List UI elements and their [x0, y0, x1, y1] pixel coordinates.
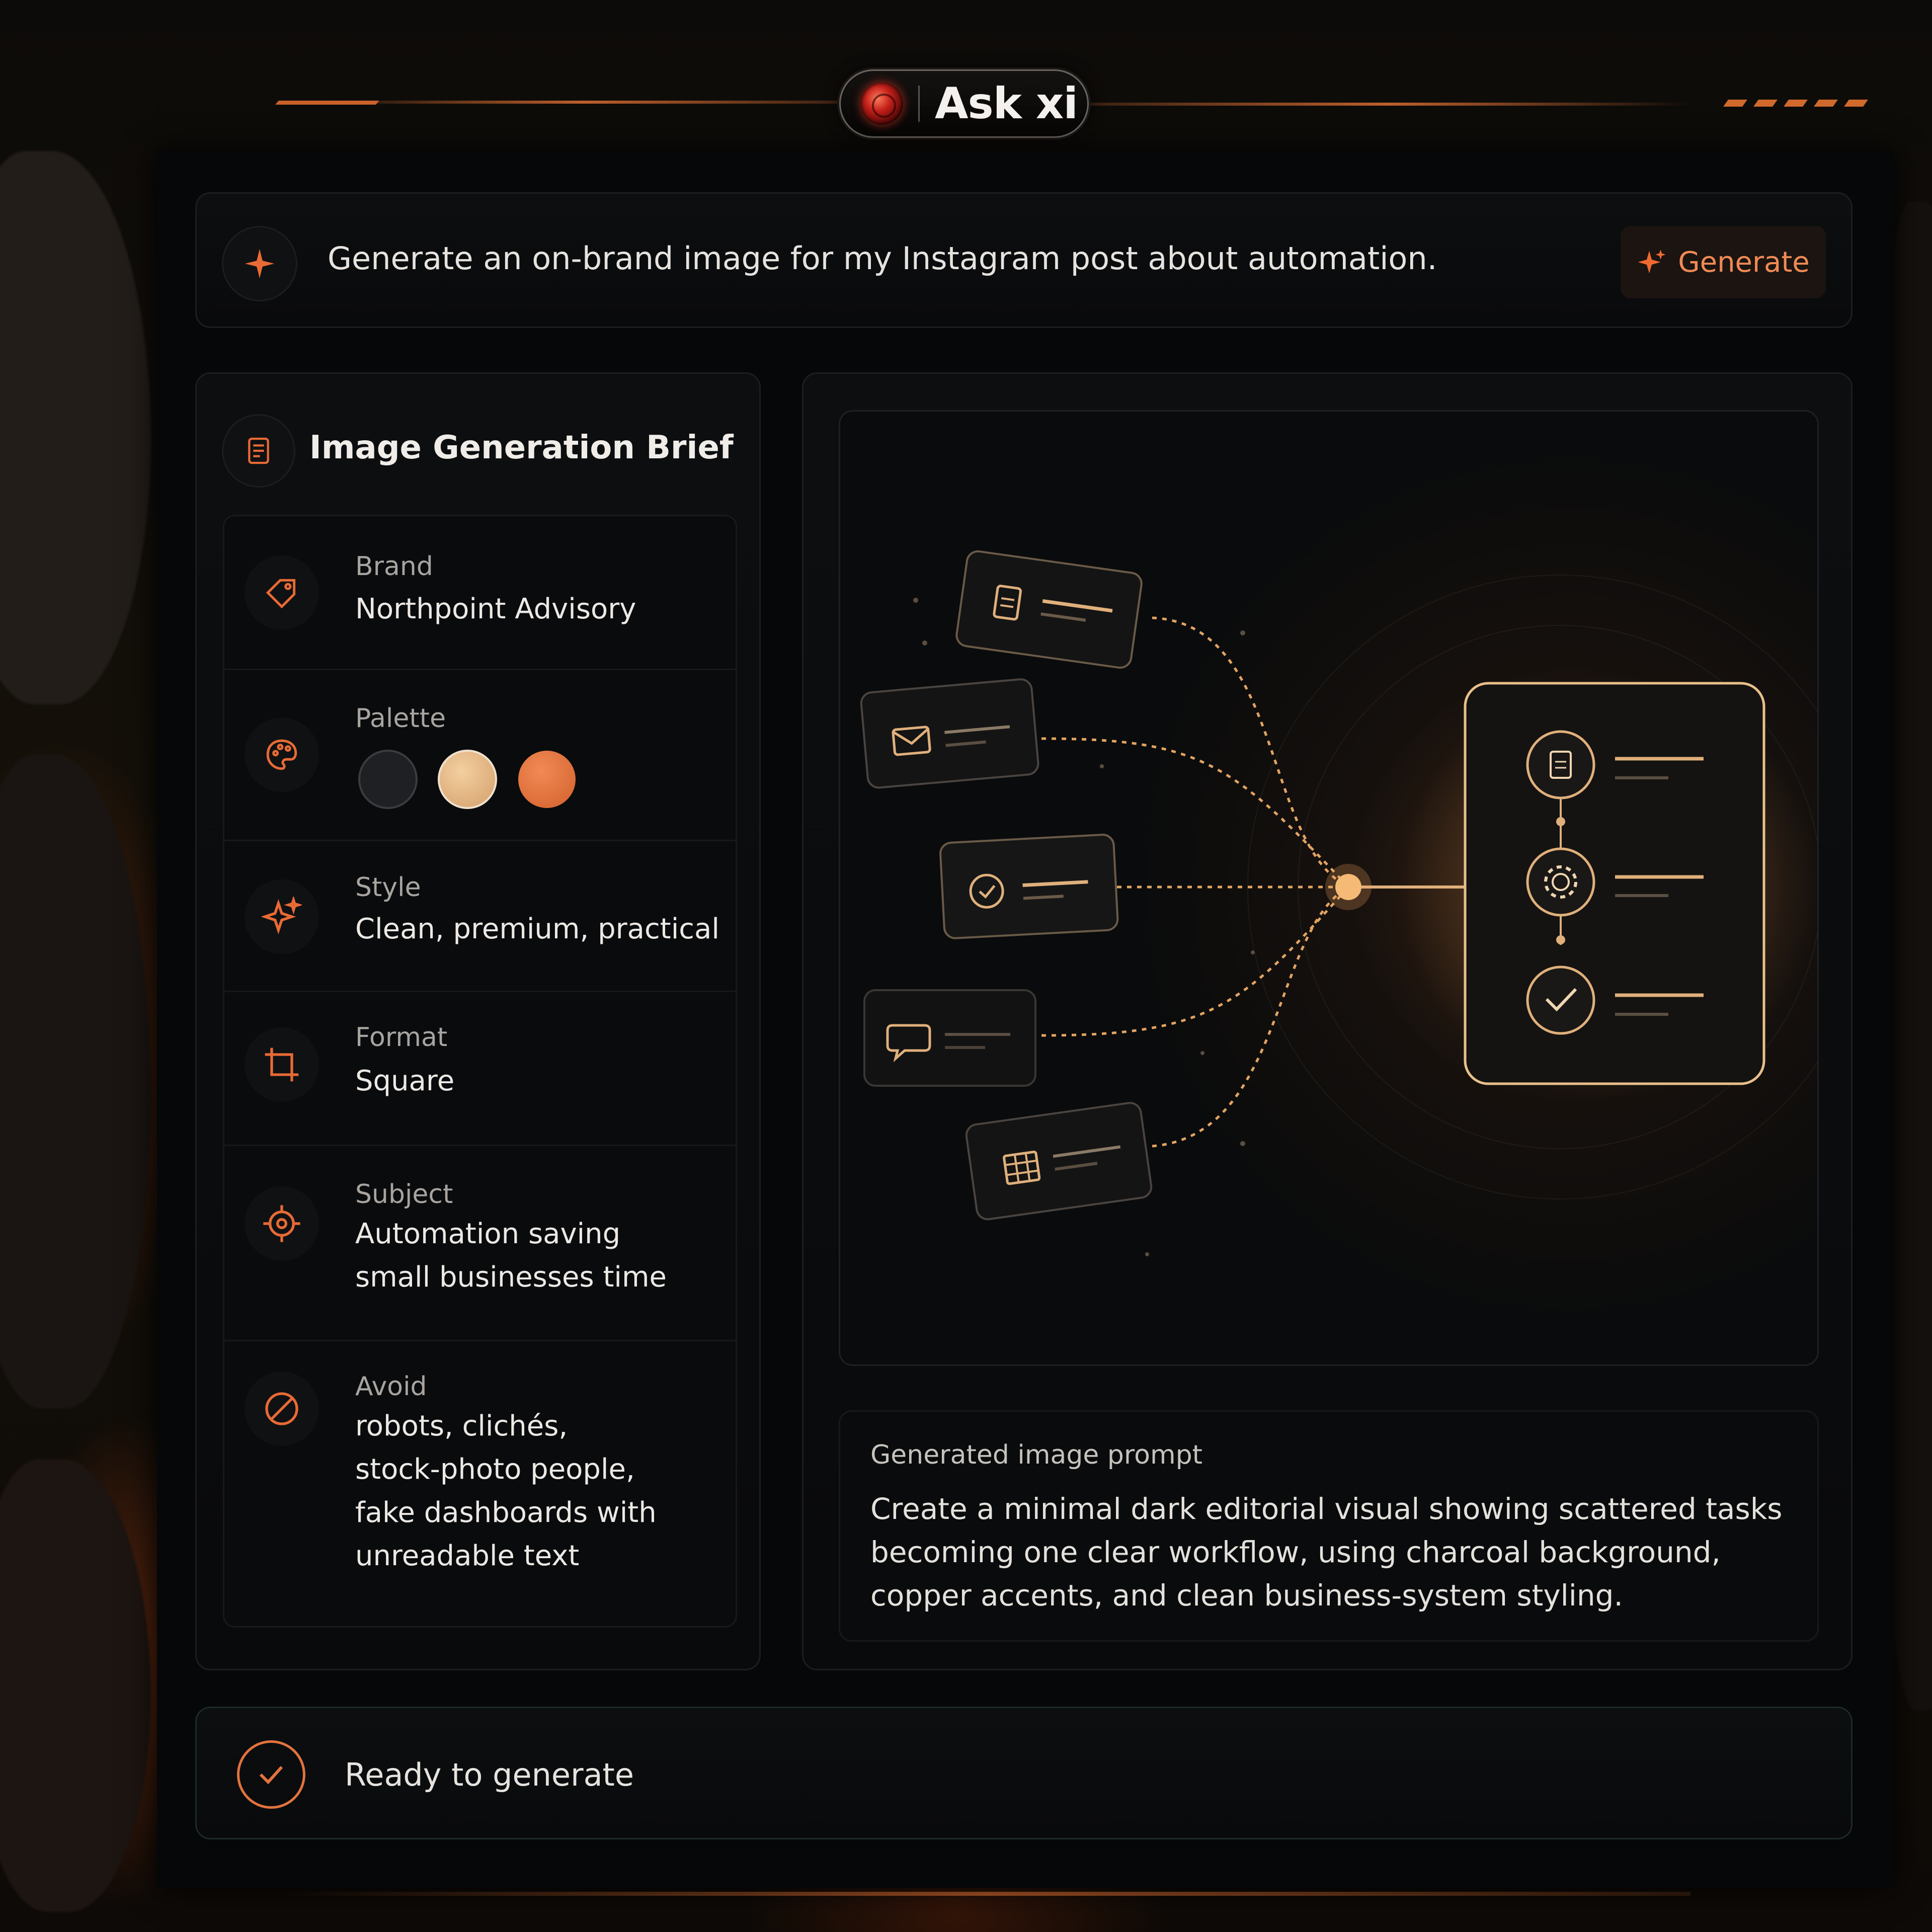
task-card-document	[955, 550, 1143, 669]
app-header: Ask xi	[839, 69, 1089, 138]
brief-list: Brand Northpoint Advisory Palette Style …	[223, 515, 737, 1628]
brief-row-avoid: Avoid robots, clichés, stock-photo peopl…	[224, 1341, 736, 1626]
workflow-step-check-icon	[1526, 965, 1595, 1035]
brief-title: Image Generation Brief	[309, 429, 734, 466]
palette-swatch-gold	[438, 750, 497, 809]
brief-row-subject: Subject Automation saving small business…	[224, 1146, 736, 1341]
status-text: Ready to generate	[345, 1756, 634, 1793]
style-label: Style	[355, 872, 421, 903]
preview-card: Generated image prompt Create a minimal …	[802, 372, 1853, 1670]
sparkle-icon	[222, 226, 297, 301]
workflow-step-document-icon	[1526, 730, 1595, 799]
brand-value: Northpoint Advisory	[355, 593, 636, 625]
status-bar: Ready to generate	[195, 1707, 1853, 1839]
header-divider	[918, 86, 920, 122]
brief-row-brand: Brand Northpoint Advisory	[224, 516, 736, 670]
brand-label: Brand	[355, 551, 433, 582]
palette-swatch-charcoal	[358, 750, 418, 809]
task-card-chat	[863, 989, 1036, 1087]
palette-swatch-copper	[518, 751, 576, 808]
subject-value: Automation saving small businesses time	[355, 1218, 667, 1294]
generated-prompt-text: Create a minimal dark editorial visual s…	[870, 1492, 1783, 1613]
ban-icon	[245, 1372, 319, 1446]
crosshair-icon	[245, 1186, 319, 1261]
tag-icon	[245, 555, 319, 630]
task-card-mail	[860, 678, 1039, 789]
format-label: Format	[355, 1022, 448, 1053]
brief-row-style: Style Clean, premium, practical	[224, 841, 736, 992]
palette-icon	[245, 717, 319, 792]
avoid-value: robots, clichés, stock-photo people, fak…	[355, 1410, 657, 1572]
avoid-label: Avoid	[355, 1372, 427, 1402]
prompt-bar: Generate an on-brand image for my Instag…	[195, 192, 1853, 328]
workflow-panel	[1464, 682, 1765, 1085]
subject-label: Subject	[355, 1179, 453, 1210]
format-value: Square	[355, 1065, 455, 1097]
style-value: Clean, premium, practical	[355, 913, 719, 945]
sparkle-icon	[1638, 250, 1666, 274]
check-circle-icon	[237, 1740, 305, 1809]
generate-button[interactable]: Generate	[1621, 226, 1826, 298]
brief-row-format: Format Square	[224, 992, 736, 1146]
workflow-step-gear-icon	[1526, 847, 1595, 917]
document-icon	[222, 414, 295, 488]
generate-button-label: Generate	[1678, 246, 1810, 279]
prompt-input[interactable]: Generate an on-brand image for my Instag…	[328, 240, 1437, 277]
assistant-orb-icon	[861, 83, 903, 125]
generated-prompt-label: Generated image prompt	[870, 1440, 1203, 1470]
task-card-check	[939, 834, 1119, 939]
app-title: Ask xi	[935, 78, 1078, 129]
generated-prompt: Generated image prompt Create a minimal …	[839, 1410, 1819, 1642]
palette-label: Palette	[355, 703, 446, 734]
brief-row-palette: Palette	[224, 670, 736, 841]
task-card-table	[965, 1102, 1153, 1221]
image-preview	[839, 410, 1819, 1366]
image-generation-brief: Image Generation Brief Brand Northpoint …	[195, 372, 761, 1670]
main-panel: Generate an on-brand image for my Instag…	[157, 151, 1894, 1888]
workflow-illustration	[860, 550, 1817, 1256]
crop-icon	[245, 1027, 319, 1102]
sparkle-icon	[245, 879, 319, 954]
